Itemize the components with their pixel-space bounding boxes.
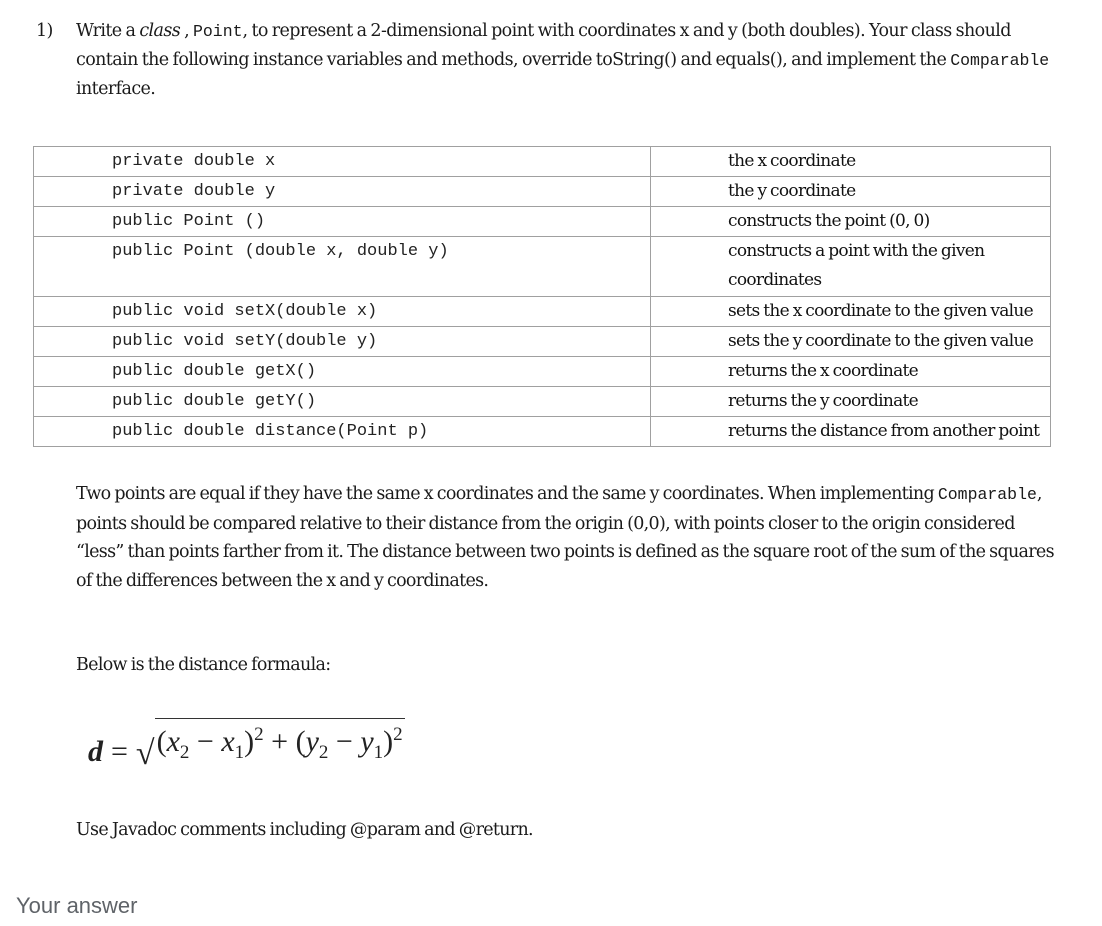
description-cell: constructs a point with the given coordi… [650,236,1051,297]
table-row: public double getY() returns the y coordi… [33,386,1051,417]
formula-equals: = [111,735,128,768]
signature-cell: public double getX() [33,356,651,387]
table-row: public double getX() returns the x coordi… [33,356,1051,387]
answer-label: Your answer [16,893,138,918]
square-root: √ (x2 − x1)2 + (y2 − y1)2 [135,718,405,772]
table-row: private double x the x coordinate [33,146,1051,177]
description-cell: returns the x coordinate [650,356,1051,387]
intro-text: , [180,21,193,41]
distance-formula: d = √ (x2 − x1)2 + (y2 − y1)2 [88,718,405,772]
signature-cell: public double getY() [33,386,651,417]
question-intro: Write a class , Point, to represent a 2-… [76,17,1066,103]
interface-name-code: Comparable [950,51,1050,70]
spec-table: private double x the x coordinate private… [33,146,1051,447]
table-row: public Point () constructs the point (0, … [33,206,1051,237]
signature-cell: public Point () [33,206,651,237]
radical-sign-icon: √ [135,735,155,772]
description-cell: the x coordinate [650,146,1051,177]
description-cell: returns the y coordinate [650,386,1051,417]
radicand: (x2 − x1)2 + (y2 − y1)2 [154,718,405,769]
table-row: public Point (double x, double y) constru… [33,236,1051,297]
signature-cell: private double y [33,176,651,207]
table-row: public void setX(double x) sets the x coo… [33,296,1051,327]
signature-cell: public void setY(double y) [33,326,651,357]
comparable-code: Comparable [937,485,1037,504]
paragraph-text: Two points are equal if they have the sa… [76,484,938,504]
description-cell: sets the y coordinate to the given value [650,326,1051,357]
table-row: private double y the y coordinate [33,176,1051,207]
equality-paragraph: Two points are equal if they have the sa… [76,480,1066,595]
description-cell: sets the x coordinate to the given value [650,296,1051,327]
description-cell: the y coordinate [650,176,1051,207]
formula-intro: Below is the distance formaula: [76,655,331,675]
javadoc-note: Use Javadoc comments including @param an… [76,820,534,840]
description-cell: returns the distance from another point [650,416,1051,447]
signature-cell: public Point (double x, double y) [33,236,651,297]
signature-cell: public double distance(Point p) [33,416,651,447]
question-number: 1) [36,21,53,41]
description-cell: constructs the point (0, 0) [650,206,1051,237]
formula-lhs: d [88,735,103,768]
question-prompt: 1) Write a class , Point, to represent a… [36,17,1066,103]
table-row: public void setY(double y) sets the y coo… [33,326,1051,357]
signature-cell: private double x [33,146,651,177]
table-row: public double distance(Point p) returns t… [33,416,1051,447]
intro-text: interface. [76,79,156,99]
intro-class-word: class [139,21,181,41]
class-name-code: Point [193,22,243,41]
intro-text: Write a [76,21,140,41]
signature-cell: public void setX(double x) [33,296,651,327]
